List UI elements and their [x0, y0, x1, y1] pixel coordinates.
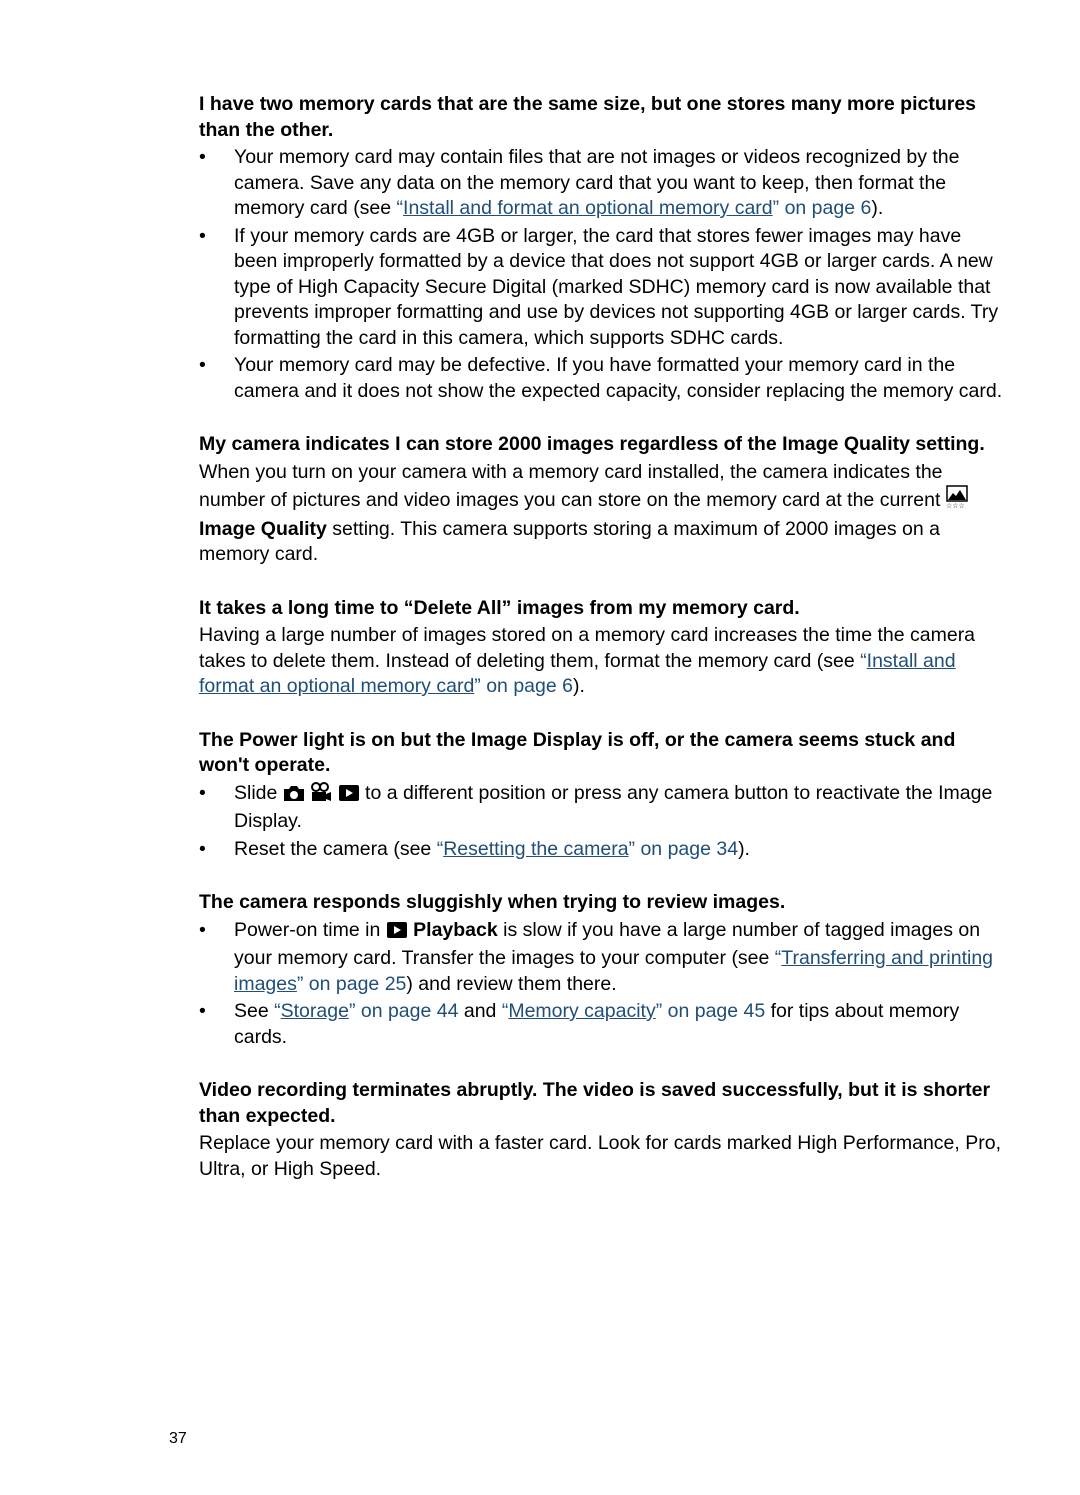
bullet: •: [199, 146, 206, 168]
bullet: •: [199, 918, 206, 941]
list-item: • Slide to a different position or press…: [199, 781, 1005, 835]
section-heading: My camera indicates I can store 2000 ima…: [199, 433, 985, 455]
bullet-list: • Your memory card may contain files tha…: [199, 145, 1005, 404]
item-text: Slide: [234, 781, 283, 804]
section-power-light: The Power light is on but the Image Disp…: [199, 728, 1005, 863]
bullet: •: [199, 354, 206, 376]
section-heading: The camera responds sluggishly when tryi…: [199, 891, 786, 913]
page-ref[interactable]: ” on page 25: [297, 973, 407, 995]
link-install-format-card[interactable]: Install and format an optional memory ca…: [403, 197, 773, 219]
section-sluggish-review: The camera responds sluggishly when tryi…: [199, 890, 1005, 1050]
link-resetting-camera[interactable]: Resetting the camera: [443, 838, 628, 860]
section-video-terminates: Video recording terminates abruptly. The…: [199, 1078, 1005, 1182]
paragraph: Replace your memory card with a faster c…: [199, 1132, 1001, 1180]
list-item: • Your memory card may be defective. If …: [199, 353, 1005, 404]
bullet: •: [199, 837, 206, 860]
page-ref[interactable]: ” on page 45: [656, 1000, 766, 1022]
section-heading: I have two memory cards that are the sam…: [199, 93, 977, 141]
video-camera-icon: [310, 781, 332, 810]
section-memory-card-capacity: I have two memory cards that are the sam…: [199, 92, 1005, 404]
list-item: • See “Storage” on page 44 and “Memory c…: [199, 999, 1005, 1050]
item-text: If your memory cards are 4GB or larger, …: [234, 224, 999, 349]
list-item: • If your memory cards are 4GB or larger…: [199, 224, 1005, 352]
link-storage[interactable]: Storage: [281, 1000, 349, 1022]
page-number: 37: [169, 1430, 187, 1447]
link-memory-capacity[interactable]: Memory capacity: [508, 1000, 655, 1022]
para-text: ).: [572, 675, 585, 697]
paragraph: When you turn on your camera with a memo…: [199, 460, 1005, 568]
list-item: • Reset the camera (see “Resetting the c…: [199, 837, 1005, 863]
section-heading: Video recording terminates abruptly. The…: [199, 1079, 991, 1127]
section-delete-all: It takes a long time to “Delete All” ima…: [199, 596, 1005, 700]
page-ref[interactable]: ” on page 44: [349, 1000, 459, 1022]
svg-text:☆☆☆: ☆☆☆: [946, 502, 965, 509]
page-ref[interactable]: ” on page 6: [474, 675, 573, 697]
page-ref[interactable]: ” on page 6: [773, 197, 872, 219]
bold-term: Playback: [413, 918, 498, 941]
document-page: I have two memory cards that are the sam…: [199, 92, 1005, 1210]
list-item: • Power-on time in Playback is slow if y…: [199, 918, 1005, 998]
paragraph: Having a large number of images stored o…: [199, 623, 1005, 700]
page-ref[interactable]: ” on page 34: [629, 838, 739, 860]
image-quality-icon: ☆☆☆: [946, 485, 968, 517]
item-text: Your memory card may be defective. If yo…: [234, 354, 1003, 402]
item-text: See: [234, 1000, 275, 1022]
section-2000-images: My camera indicates I can store 2000 ima…: [199, 432, 1005, 568]
bold-term: Image Quality: [199, 517, 327, 540]
bullet: •: [199, 224, 206, 247]
bullet: •: [199, 781, 206, 804]
item-text: Power-on time in: [234, 918, 386, 941]
para-text: Having a large number of images stored o…: [199, 624, 976, 672]
bullet: •: [199, 1000, 206, 1022]
playback-icon: [338, 784, 360, 810]
section-heading: It takes a long time to “Delete All” ima…: [199, 596, 800, 619]
item-text: and: [458, 1000, 502, 1022]
para-text: When you turn on your camera with a memo…: [199, 460, 946, 512]
camera-icon: [283, 784, 305, 810]
item-text: ) and review them there.: [406, 972, 617, 995]
item-text: ).: [871, 197, 884, 219]
list-item: • Your memory card may contain files tha…: [199, 145, 1005, 222]
bullet-list: • Slide to a different position or press…: [199, 781, 1005, 863]
playback-icon: [386, 921, 408, 947]
bullet-list: • Power-on time in Playback is slow if y…: [199, 918, 1005, 1051]
item-text: Reset the camera (see: [234, 837, 437, 860]
item-text: ).: [738, 837, 750, 860]
section-heading: The Power light is on but the Image Disp…: [199, 728, 956, 777]
